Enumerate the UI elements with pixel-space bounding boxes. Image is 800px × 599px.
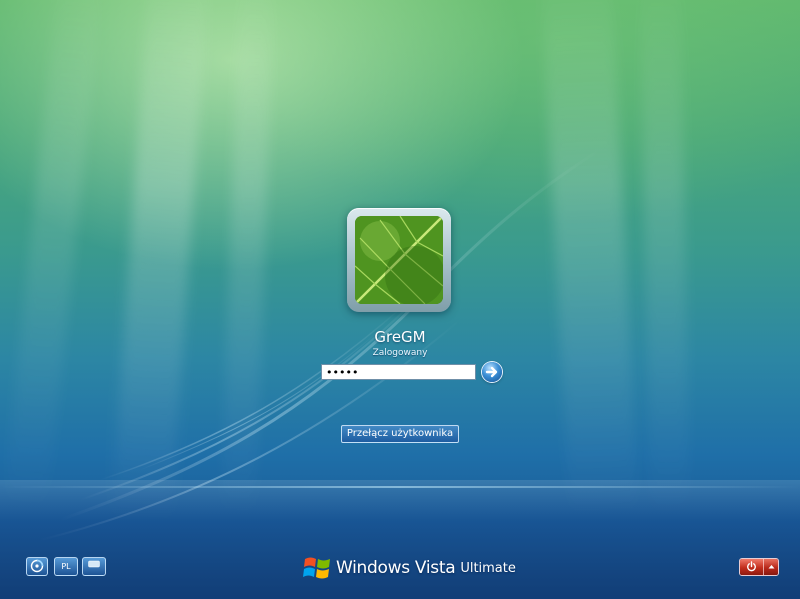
user-tile[interactable] [347, 208, 451, 312]
keyboard-button[interactable] [82, 557, 106, 576]
user-name: GreGM [374, 328, 426, 346]
power-button-group [739, 558, 779, 576]
logon-screen: GreGM Zalogowany Przełącz użytkownika PL… [0, 0, 800, 599]
submit-login-button[interactable] [482, 362, 502, 382]
power-options-button[interactable] [763, 559, 778, 575]
language-button[interactable]: PL [54, 557, 78, 576]
brand-name: Windows Vista [336, 558, 456, 578]
user-picture-leaf [355, 216, 443, 304]
arrow-right-icon [485, 366, 498, 378]
power-icon [747, 561, 757, 572]
ease-of-access-button[interactable] [26, 557, 48, 576]
windows-vista-logo: Windows Vista Ultimate [302, 553, 516, 583]
user-status: Zalogowany [372, 348, 428, 358]
switch-user-button[interactable]: Przełącz użytkownika [341, 425, 459, 443]
chevron-up-icon [768, 565, 775, 569]
shutdown-button[interactable] [740, 559, 764, 575]
windows-flag-icon [303, 557, 330, 579]
password-field[interactable] [321, 364, 476, 380]
horizon-glow [0, 486, 800, 488]
leaf-picture-icon [355, 216, 443, 304]
ease-of-access-icon [30, 559, 44, 573]
keyboard-icon [88, 560, 100, 568]
brand-edition: Ultimate [460, 560, 516, 576]
